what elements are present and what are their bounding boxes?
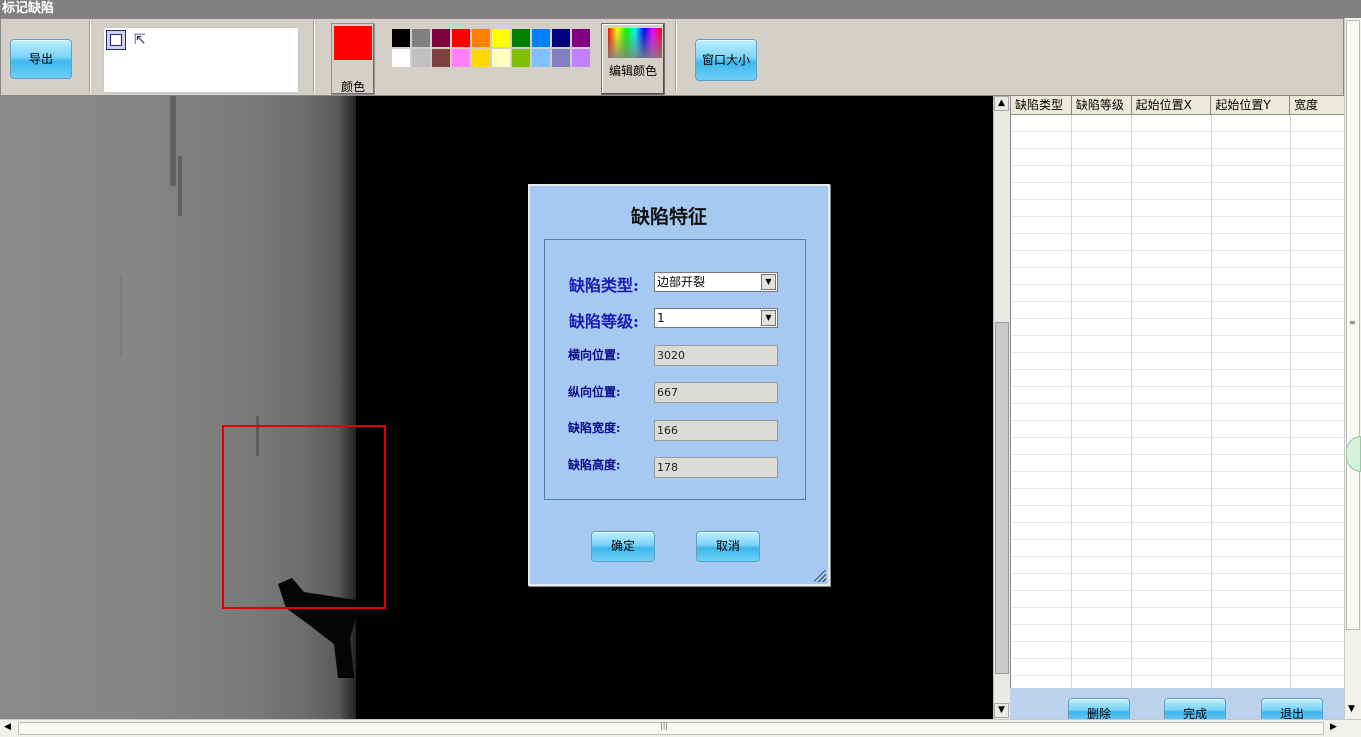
- palette-swatch[interactable]: [391, 48, 411, 68]
- palette-swatch[interactable]: [391, 28, 411, 48]
- palette-swatch[interactable]: [511, 68, 531, 88]
- ok-button[interactable]: 确定: [591, 531, 655, 562]
- palette-swatch[interactable]: [531, 28, 551, 48]
- palette-swatch[interactable]: [491, 28, 511, 48]
- image-streak: [178, 156, 182, 216]
- column-header-start-y[interactable]: 起始位置Y: [1211, 96, 1291, 114]
- scroll-left-arrow-icon[interactable]: ◀: [4, 722, 11, 732]
- image-canvas[interactable]: [0, 96, 993, 719]
- palette-swatch[interactable]: [471, 68, 491, 88]
- palette-swatch[interactable]: [511, 48, 531, 68]
- canvas-vertical-scrollbar[interactable]: ▲ ▼: [993, 96, 1010, 719]
- toolbar-separator: [89, 21, 91, 93]
- current-color-button[interactable]: 颜色: [331, 23, 375, 95]
- scrollbar-grip-icon: ≡: [1349, 318, 1356, 327]
- palette-swatch[interactable]: [511, 28, 531, 48]
- defect-level-value: 1: [657, 311, 665, 325]
- palette-swatch[interactable]: [491, 68, 511, 88]
- palette-swatch[interactable]: [431, 48, 451, 68]
- toolbar-separator: [313, 21, 315, 93]
- window-horizontal-scrollbar[interactable]: ◀ ||| ▶: [0, 719, 1361, 737]
- resize-grip-icon[interactable]: [814, 570, 826, 582]
- window-size-button[interactable]: 窗口大小: [695, 39, 757, 81]
- scroll-up-arrow-icon[interactable]: ▲: [994, 96, 1009, 111]
- table-body[interactable]: [1011, 115, 1344, 688]
- color-label: 颜色: [340, 80, 365, 94]
- palette-swatch[interactable]: [451, 28, 471, 48]
- palette-swatch[interactable]: [391, 68, 411, 88]
- chevron-down-icon[interactable]: ▼: [761, 274, 776, 290]
- palette-swatch[interactable]: [411, 48, 431, 68]
- palette-swatch[interactable]: [571, 28, 591, 48]
- shape-tool-panel: ⇱: [103, 27, 299, 93]
- horizontal-position-field[interactable]: 3020: [654, 345, 778, 366]
- window-title: 标记缺陷: [0, 0, 1361, 18]
- palette-swatch[interactable]: [531, 48, 551, 68]
- palette-swatch[interactable]: [431, 28, 451, 48]
- window-vertical-scrollbar[interactable]: ≡ ▼: [1344, 18, 1361, 719]
- chevron-down-icon[interactable]: ▼: [761, 310, 776, 326]
- defect-type-value: 边部开裂: [657, 275, 706, 289]
- palette-swatch[interactable]: [531, 68, 551, 88]
- horizontal-position-label: 横向位置:: [568, 348, 621, 362]
- defect-features-dialog: 缺陷特征 缺陷类型: 边部开裂 ▼ 缺陷等级: 1 ▼ 横向位置: 3020 纵…: [528, 184, 830, 586]
- defect-type-label: 缺陷类型:: [569, 276, 639, 295]
- scrollbar-thumb[interactable]: [18, 722, 1324, 735]
- palette-swatch[interactable]: [471, 28, 491, 48]
- vertical-position-label: 纵向位置:: [568, 385, 621, 399]
- scrollbar-grip-icon: |||: [660, 721, 669, 730]
- edit-colors-button[interactable]: 编辑颜色: [601, 23, 665, 95]
- palette-swatch[interactable]: [551, 68, 571, 88]
- toolbar-separator: [675, 21, 677, 93]
- rectangle-tool-icon[interactable]: [106, 30, 126, 50]
- palette-swatch[interactable]: [411, 68, 431, 88]
- defect-type-select[interactable]: 边部开裂 ▼: [654, 272, 778, 292]
- defect-table: 缺陷类型 缺陷等级 起始位置X 起始位置Y 宽度: [1010, 96, 1344, 688]
- image-streak: [120, 276, 123, 356]
- color-palette: [391, 28, 591, 90]
- cancel-button[interactable]: 取消: [696, 531, 760, 562]
- column-header-level[interactable]: 缺陷等级: [1072, 96, 1132, 114]
- palette-swatch[interactable]: [451, 68, 471, 88]
- image-streak: [170, 96, 176, 186]
- column-header-type[interactable]: 缺陷类型: [1011, 96, 1072, 114]
- pointer-tool-icon[interactable]: ⇱: [134, 32, 146, 48]
- table-footer: 删除 完成 退出: [1010, 688, 1344, 724]
- vertical-position-field[interactable]: 667: [654, 382, 778, 403]
- palette-swatch[interactable]: [491, 48, 511, 68]
- palette-swatch[interactable]: [431, 68, 451, 88]
- defect-level-label: 缺陷等级:: [569, 312, 639, 331]
- scroll-right-arrow-icon[interactable]: ▶: [1330, 722, 1337, 732]
- column-header-width[interactable]: 宽度: [1290, 96, 1344, 114]
- defect-height-field[interactable]: 178: [654, 457, 778, 478]
- defect-level-select[interactable]: 1 ▼: [654, 308, 778, 328]
- scroll-down-arrow-icon[interactable]: ▼: [1348, 704, 1355, 714]
- column-header-start-x[interactable]: 起始位置X: [1132, 96, 1212, 114]
- edit-colors-label: 编辑颜色: [608, 64, 657, 78]
- palette-swatch[interactable]: [551, 28, 571, 48]
- dialog-title: 缺陷特征: [630, 206, 707, 228]
- palette-swatch[interactable]: [451, 48, 471, 68]
- defect-width-label: 缺陷宽度:: [568, 421, 621, 435]
- defect-width-field[interactable]: 166: [654, 420, 778, 441]
- palette-swatch[interactable]: [571, 48, 591, 68]
- palette-swatch[interactable]: [411, 28, 431, 48]
- scrollbar-thumb[interactable]: [995, 322, 1009, 674]
- toolbar: 导出 ⇱ 颜色 编辑颜色 窗口大小: [0, 18, 1344, 96]
- defect-height-label: 缺陷高度:: [568, 458, 621, 472]
- scroll-down-arrow-icon[interactable]: ▼: [994, 703, 1009, 718]
- color-spectrum-icon: [608, 28, 662, 58]
- palette-swatch[interactable]: [551, 48, 571, 68]
- palette-swatch[interactable]: [471, 48, 491, 68]
- defect-marker-rectangle[interactable]: [222, 425, 386, 609]
- export-button[interactable]: 导出: [10, 39, 72, 79]
- palette-swatch[interactable]: [571, 68, 591, 88]
- current-color-swatch: [334, 26, 372, 60]
- table-header: 缺陷类型 缺陷等级 起始位置X 起始位置Y 宽度: [1011, 96, 1344, 115]
